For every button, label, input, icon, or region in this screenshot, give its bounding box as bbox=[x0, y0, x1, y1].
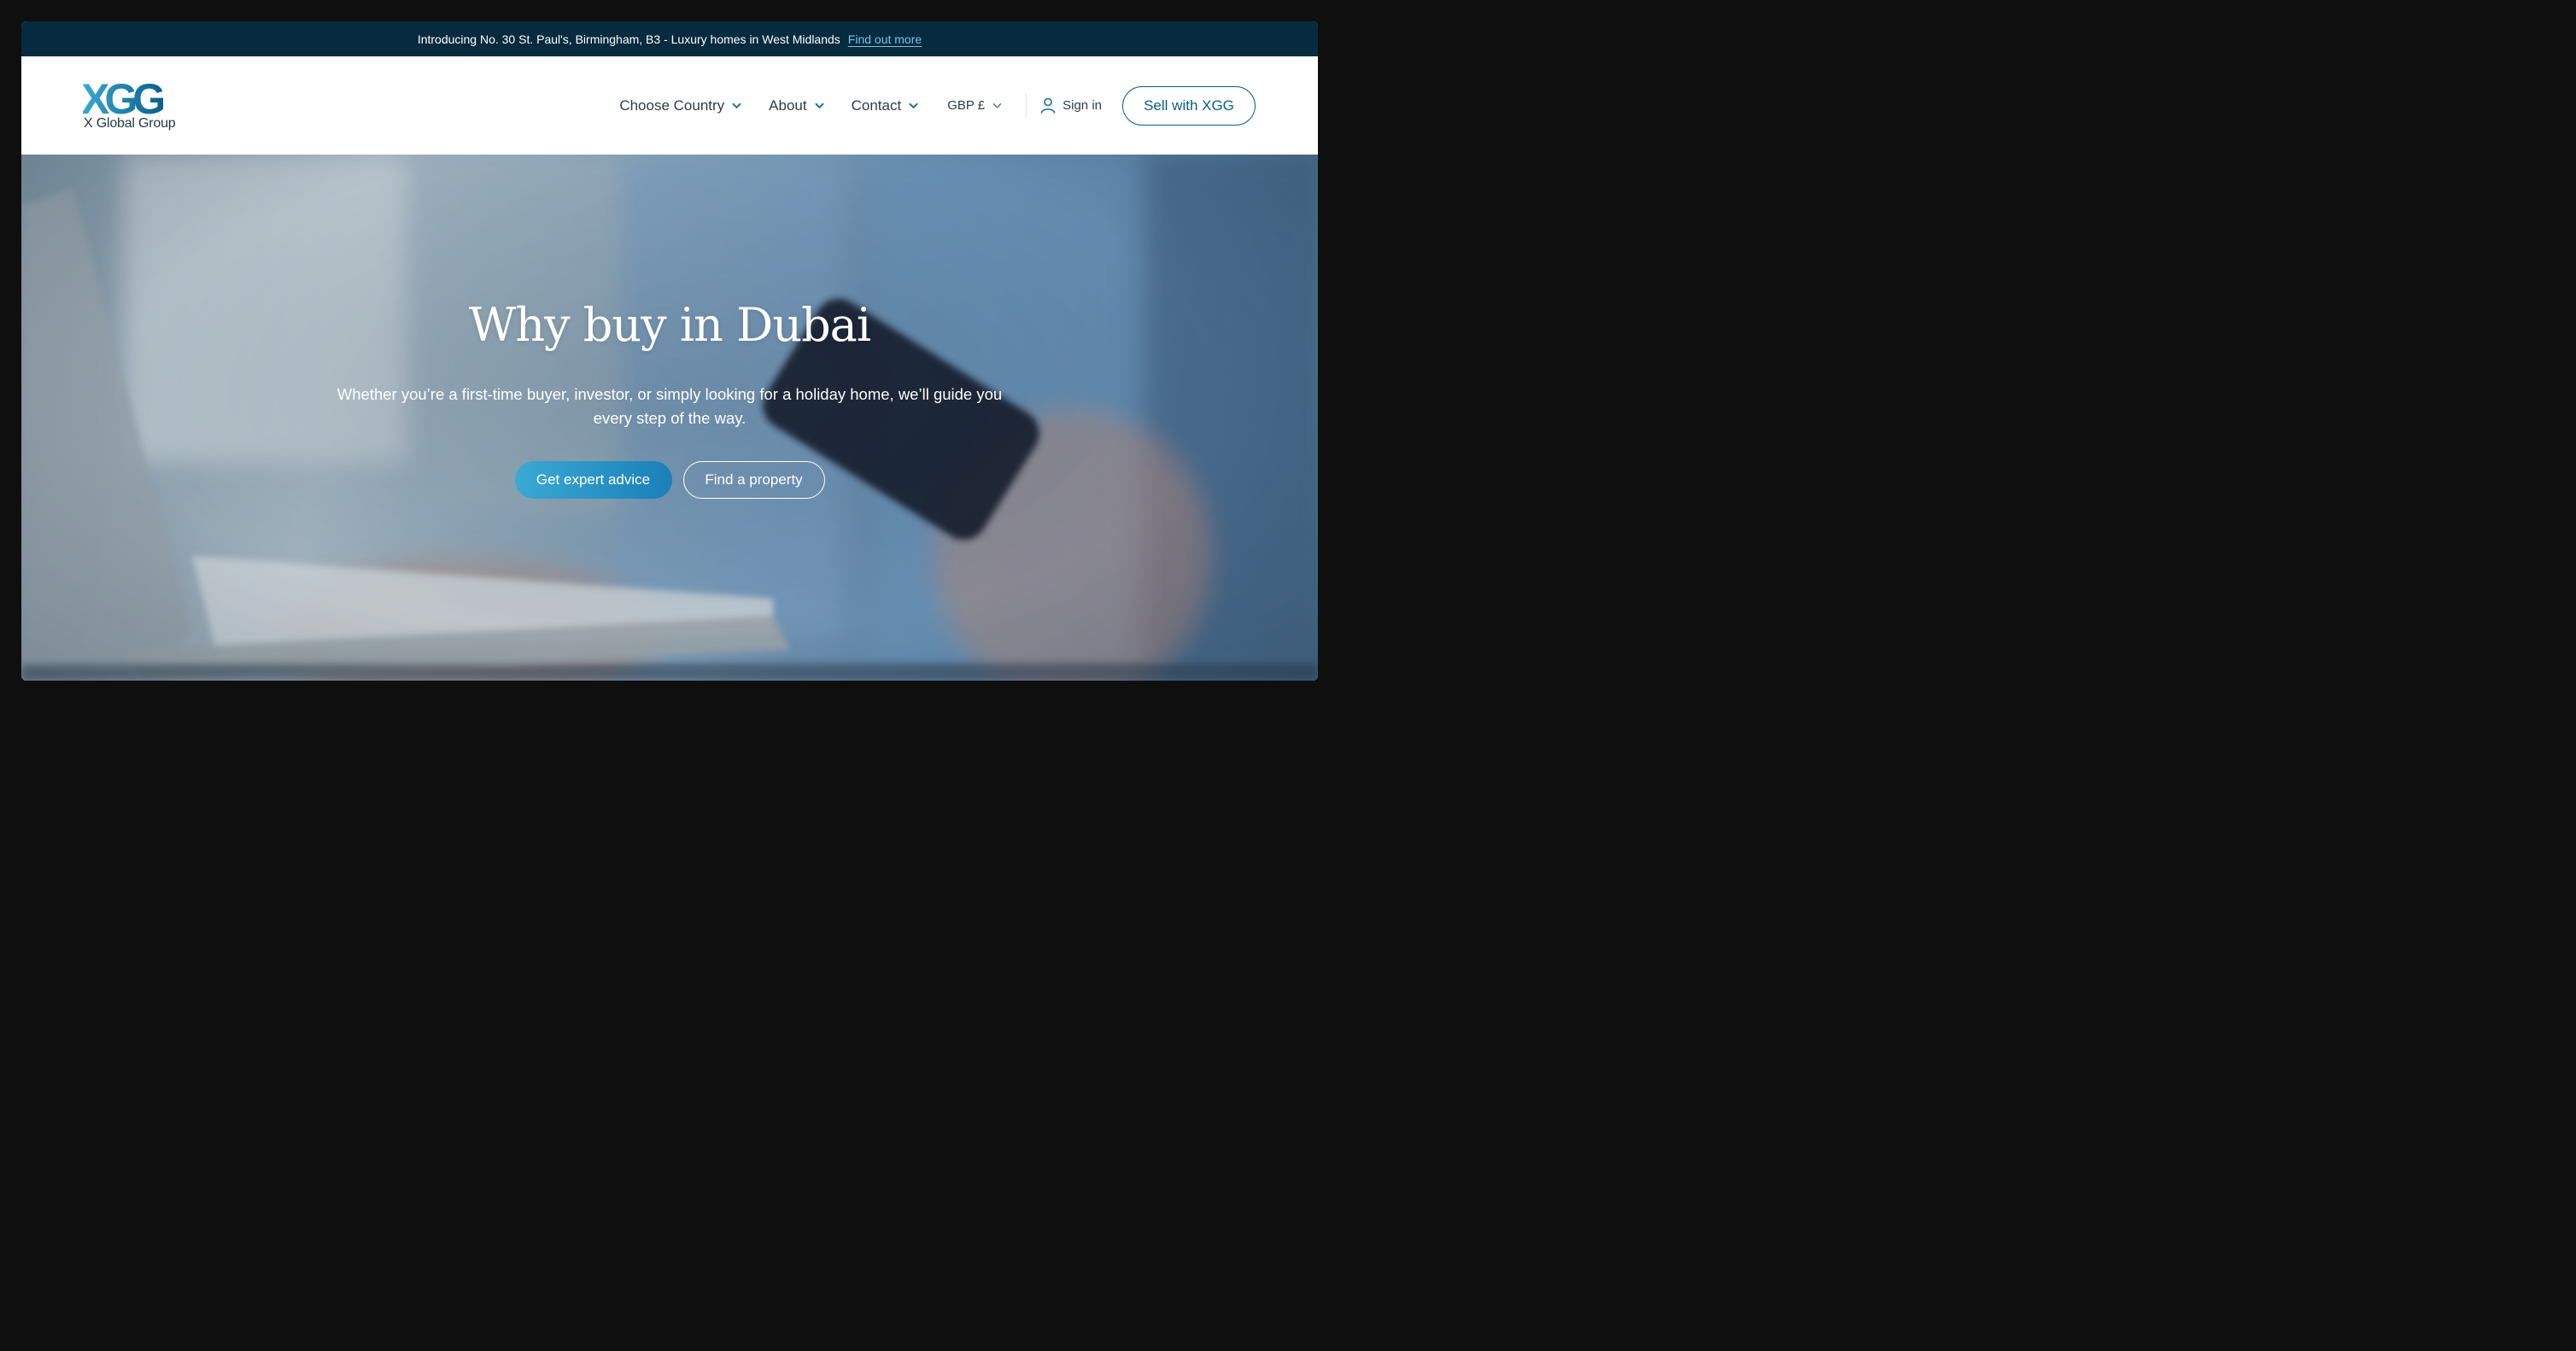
hero-content: Why buy in Dubai Whether you’re a first-… bbox=[21, 298, 1318, 499]
chevron-down-icon bbox=[909, 102, 918, 108]
announcement-bar: Introducing No. 30 St. Paul's, Birmingha… bbox=[21, 21, 1318, 56]
announcement-text: Introducing No. 30 St. Paul's, Birmingha… bbox=[417, 32, 840, 46]
hero-title: Why buy in Dubai bbox=[468, 298, 871, 352]
nav-contact[interactable]: Contact bbox=[852, 97, 919, 114]
chevron-down-icon bbox=[992, 102, 1002, 108]
sell-with-xgg-button[interactable]: Sell with XGG bbox=[1122, 85, 1256, 126]
currency-selector[interactable]: GBP £ bbox=[947, 98, 1002, 113]
nav-about[interactable]: About bbox=[769, 96, 824, 114]
get-expert-advice-button[interactable]: Get expert advice bbox=[514, 461, 672, 499]
hero-buttons: Get expert advice Find a property bbox=[514, 461, 825, 499]
hero-section: Why buy in Dubai Whether you’re a first-… bbox=[21, 155, 1318, 681]
site-header: XGG X Global Group Choose Country About … bbox=[21, 56, 1318, 155]
nav-contact-label: Contact bbox=[851, 96, 902, 114]
hero-subtitle: Whether you’re a first-time buyer, inves… bbox=[337, 385, 1003, 427]
sign-in-link[interactable]: Sign in bbox=[1040, 97, 1102, 114]
logo-mark: XGG bbox=[83, 79, 168, 117]
nav-choose-country[interactable]: Choose Country bbox=[619, 97, 741, 114]
logo-subtitle: X Global Group bbox=[84, 116, 176, 131]
user-icon bbox=[1040, 97, 1056, 114]
chevron-down-icon bbox=[732, 102, 741, 108]
currency-label: GBP £ bbox=[947, 98, 986, 113]
find-a-property-button[interactable]: Find a property bbox=[682, 461, 825, 499]
find-out-more-link[interactable]: Find out more bbox=[848, 32, 922, 46]
nav-about-label: About bbox=[769, 96, 807, 114]
nav-choose-country-label: Choose Country bbox=[619, 96, 725, 114]
browser-page: Introducing No. 30 St. Paul's, Birmingha… bbox=[21, 21, 1318, 681]
sign-in-label: Sign in bbox=[1063, 98, 1102, 113]
main-nav: Choose Country About Contact GBP £ Sign … bbox=[619, 85, 1256, 126]
logo-mark-text: XGG bbox=[83, 79, 163, 117]
chevron-down-icon bbox=[815, 102, 824, 108]
logo[interactable]: XGG X Global Group bbox=[83, 79, 194, 132]
nav-divider bbox=[1026, 92, 1027, 119]
